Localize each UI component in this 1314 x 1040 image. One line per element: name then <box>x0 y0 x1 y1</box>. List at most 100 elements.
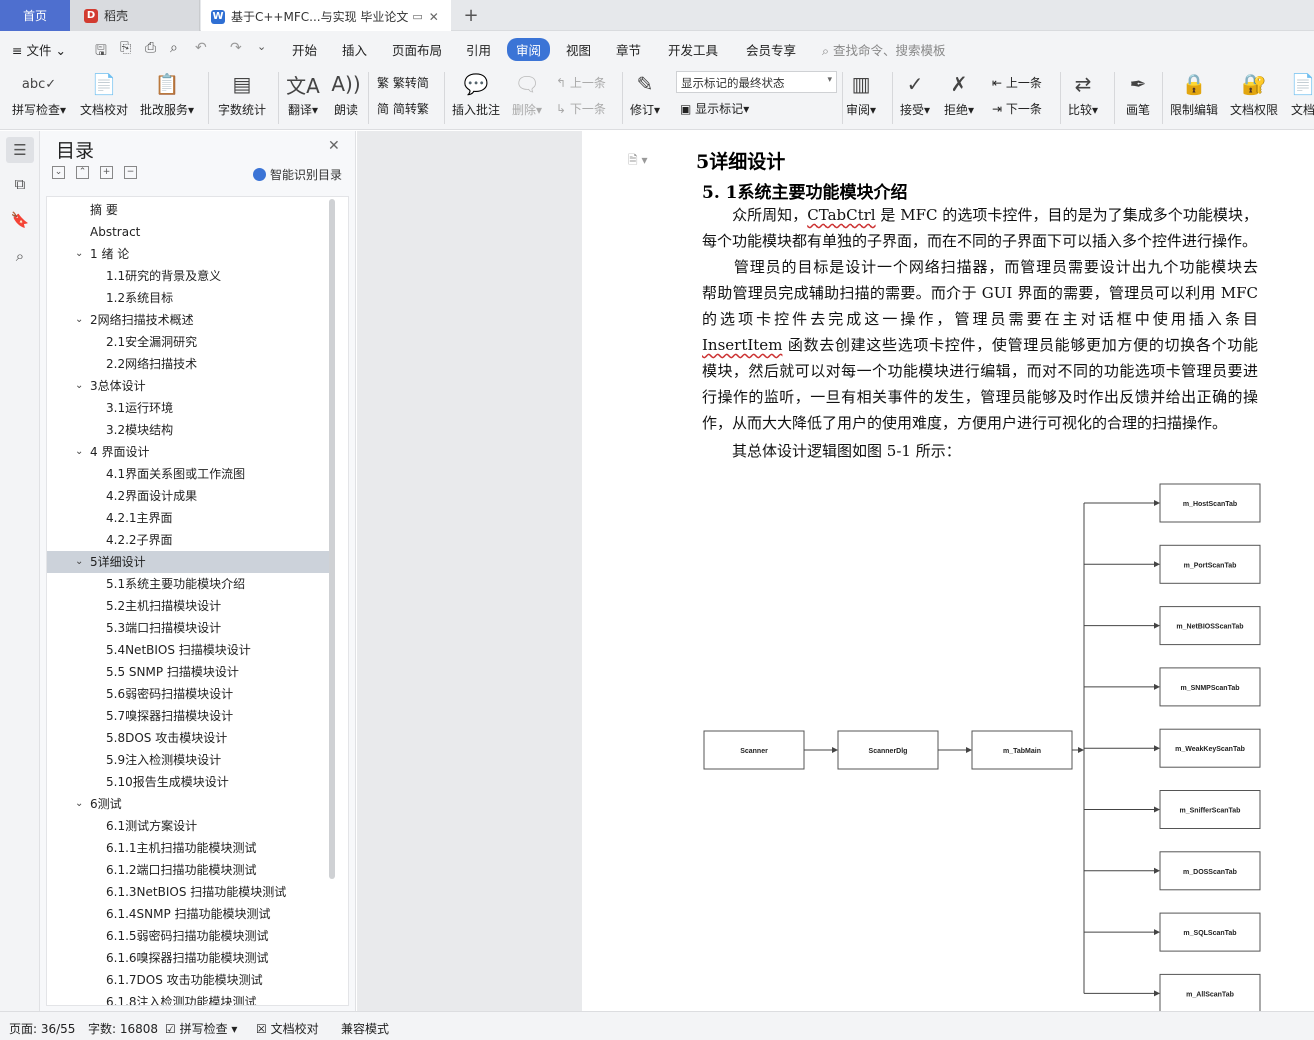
read-aloud-button[interactable]: A)) 朗读 <box>331 70 360 118</box>
simp-to-trad-button[interactable]: 简 简转繁 <box>377 100 429 117</box>
toc-item[interactable]: 4.2.2子界面 <box>47 529 330 551</box>
toc-item[interactable]: 6.1测试方案设计 <box>47 815 330 837</box>
page-indicator[interactable]: 页面: 36/55 <box>9 1020 75 1037</box>
toc-item[interactable]: 5.6弱密码扫描模块设计 <box>47 683 330 705</box>
close-icon[interactable]: ✕ <box>328 138 340 154</box>
toc-item[interactable]: 5.3端口扫描模块设计 <box>47 617 330 639</box>
accept-button[interactable]: ✓ 接受▾ <box>900 70 930 118</box>
toc-item[interactable]: 1.1研究的背景及意义 <box>47 265 330 287</box>
reject-button[interactable]: ✗ 拒绝▾ <box>944 70 974 118</box>
status-doc-check[interactable]: ☒ 文档校对 <box>256 1020 319 1037</box>
chevron-down-icon[interactable]: ⌄ <box>75 793 83 815</box>
toc-item[interactable]: ⌄ 6测试 <box>47 793 330 815</box>
toc-item[interactable]: 5.5 SNMP 扫描模块设计 <box>47 661 330 683</box>
menu-insert[interactable]: 插入 <box>342 40 367 59</box>
menu-member[interactable]: 会员专享 <box>746 40 796 59</box>
restrict-edit-button[interactable]: 🔒 限制编辑 <box>1170 70 1218 118</box>
toc-item[interactable]: 2.1安全漏洞研究 <box>47 331 330 353</box>
toc-item[interactable]: 5.8DOS 攻击模块设计 <box>47 727 330 749</box>
undo-icon[interactable]: ↶ <box>195 40 207 56</box>
toc-item[interactable]: 4.2.1主界面 <box>47 507 330 529</box>
toc-item[interactable]: ⌄ 1 绪 论 <box>47 243 330 265</box>
document-page[interactable]: 🗎 ▾ 5详细设计 5. 1系统主要功能模块介绍 众所周知，CTabCtrl 是… <box>582 131 1314 1011</box>
find-icon[interactable]: ⌕ <box>10 247 30 267</box>
show-marks-button[interactable]: ▣ 显示标记▾ <box>680 100 749 117</box>
tab-document[interactable]: W 基于C++MFC...与实现 毕业论文 ▭ ✕ <box>201 0 451 31</box>
bookmark-icon[interactable]: 🔖 <box>10 211 30 231</box>
toc-item[interactable]: ⌄ 3总体设计 <box>47 375 330 397</box>
chevron-down-icon[interactable]: ⌄ <box>75 375 83 397</box>
menu-view[interactable]: 视图 <box>566 40 591 59</box>
toc-item[interactable]: 1.2系统目标 <box>47 287 330 309</box>
doc-check-button[interactable]: 📄 文档校对 <box>80 70 128 118</box>
toc-item[interactable]: 6.1.5弱密码扫描功能模块测试 <box>47 925 330 947</box>
export-icon[interactable]: ⎘ <box>120 40 131 56</box>
toc-item[interactable]: 5.2主机扫描模块设计 <box>47 595 330 617</box>
toc-item[interactable]: 3.1运行环境 <box>47 397 330 419</box>
toc-item[interactable]: 6.1.2端口扫描功能模块测试 <box>47 859 330 881</box>
toc-item[interactable]: 6.1.6嗅探器扫描功能模块测试 <box>47 947 330 969</box>
toc-item[interactable]: 5.1系统主要功能模块介绍 <box>47 573 330 595</box>
print-preview-icon[interactable]: ⌕ <box>170 40 178 56</box>
doc-more-button[interactable]: 📄 文档 <box>1289 70 1314 118</box>
toc-item[interactable]: 5.4NetBIOS 扫描模块设计 <box>47 639 330 661</box>
collapse-all-icon[interactable]: ⌃ <box>76 166 89 179</box>
menu-review[interactable]: 审阅 <box>507 38 551 61</box>
batch-service-button[interactable]: 📋 批改服务▾ <box>140 70 194 118</box>
prev-comment-button[interactable]: ↰ 上一条 <box>556 74 606 91</box>
chevron-down-icon[interactable]: ⌄ <box>75 309 83 331</box>
save-icon[interactable]: 🖫 <box>95 40 107 64</box>
pen-button[interactable]: ✒ 画笔 <box>1124 70 1152 118</box>
remove-heading-icon[interactable]: − <box>124 166 137 179</box>
window-icon[interactable]: ▭ <box>412 10 422 23</box>
redo-icon[interactable]: ↷ <box>230 40 242 56</box>
menu-references[interactable]: 引用 <box>466 40 491 59</box>
toc-item[interactable]: 6.1.8注入检测功能模块测试 <box>47 991 330 1005</box>
toc-item[interactable]: 6.1.3NetBIOS 扫描功能模块测试 <box>47 881 330 903</box>
toc-scrollbar[interactable] <box>329 199 335 879</box>
command-search[interactable]: ⌕ 查找命令、搜索模板 <box>822 40 946 59</box>
menu-developer[interactable]: 开发工具 <box>668 40 718 59</box>
toc-item[interactable]: Abstract <box>47 221 330 243</box>
translate-button[interactable]: 文A 翻译▾ <box>286 70 320 118</box>
word-count-button[interactable]: ▤ 字数统计 <box>218 70 266 118</box>
toc-panel-icon[interactable]: ☰ <box>6 137 34 163</box>
expand-all-icon[interactable]: ⌄ <box>52 166 65 179</box>
toc-item[interactable]: ⌄ 2网络扫描技术概述 <box>47 309 330 331</box>
doc-permission-button[interactable]: 🔐 文档权限 <box>1230 70 1278 118</box>
print-icon[interactable]: ⎙ <box>145 40 156 56</box>
menu-page-layout[interactable]: 页面布局 <box>392 40 442 59</box>
toc-item[interactable]: 2.2网络扫描技术 <box>47 353 330 375</box>
spell-check-button[interactable]: abc✓ 拼写检查▾ <box>12 70 66 118</box>
toc-item[interactable]: 6.1.7DOS 攻击功能模块测试 <box>47 969 330 991</box>
add-heading-icon[interactable]: + <box>100 166 113 179</box>
toc-item[interactable]: 5.9注入检测模块设计 <box>47 749 330 771</box>
close-tab-icon[interactable]: ✕ <box>429 10 439 24</box>
toc-item[interactable]: 摘 要 <box>47 199 330 221</box>
menu-start[interactable]: 开始 <box>292 40 317 59</box>
chevron-down-icon[interactable]: ⌄ <box>75 243 83 265</box>
next-change-button[interactable]: ⇥ 下一条 <box>992 100 1042 117</box>
mark-state-select[interactable]: 显示标记的最终状态 ▾ <box>676 71 837 93</box>
chevron-down-icon[interactable]: ⌄ <box>75 441 83 463</box>
toc-item[interactable]: 6.1.4SNMP 扫描功能模块测试 <box>47 903 330 925</box>
insert-comment-button[interactable]: 💬 插入批注 <box>452 70 500 118</box>
trad-to-simp-button[interactable]: 繁 繁转简 <box>377 74 429 91</box>
menu-chapter[interactable]: 章节 <box>616 40 641 59</box>
status-spell-check[interactable]: ☑ 拼写检查 ▾ <box>165 1020 237 1037</box>
review-pane-button[interactable]: ▥ 审阅▾ <box>846 70 876 118</box>
prev-change-button[interactable]: ⇤ 上一条 <box>992 74 1042 91</box>
revise-button[interactable]: ✎ 修订▾ <box>630 70 660 118</box>
word-count[interactable]: 字数: 16808 <box>88 1020 158 1037</box>
compare-button[interactable]: ⇄ 比较▾ <box>1068 70 1098 118</box>
toc-item[interactable]: 5.10报告生成模块设计 <box>47 771 330 793</box>
toc-item[interactable]: ⌄ 4 界面设计 <box>47 441 330 463</box>
toc-item[interactable]: 6.1.1主机扫描功能模块测试 <box>47 837 330 859</box>
tab-home[interactable]: 首页 <box>0 0 70 31</box>
tab-daoke[interactable]: D 稻壳 <box>70 0 200 31</box>
chevron-down-icon[interactable]: ⌄ <box>75 551 83 573</box>
file-menu[interactable]: ≡ 文件 ⌄ <box>12 40 66 59</box>
quick-access-more-icon[interactable]: ⌄ <box>257 40 266 53</box>
toc-item[interactable]: 4.1界面关系图或工作流图 <box>47 463 330 485</box>
toc-item[interactable]: 4.2界面设计成果 <box>47 485 330 507</box>
